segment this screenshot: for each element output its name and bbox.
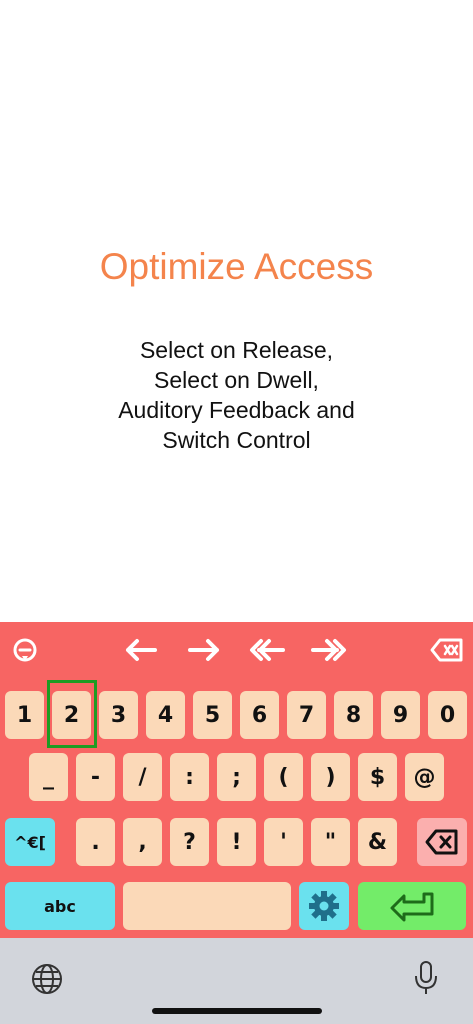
- enter-key[interactable]: [358, 882, 466, 930]
- settings-key[interactable]: [299, 882, 349, 930]
- key-at[interactable]: @: [405, 753, 444, 801]
- subtitle-line: Select on Release,: [139, 337, 334, 363]
- subtitle-line: Switch Control: [162, 427, 311, 453]
- key-underscore[interactable]: _: [29, 753, 68, 801]
- key-8[interactable]: 8: [334, 691, 373, 739]
- key-comma[interactable]: ,: [123, 818, 162, 866]
- delete-word-icon[interactable]: [424, 630, 470, 670]
- double-arrow-left-icon[interactable]: [244, 630, 290, 670]
- subtitle-line: Select on Dwell,: [154, 367, 319, 393]
- key-4[interactable]: 4: [146, 691, 185, 739]
- key-colon[interactable]: :: [170, 753, 209, 801]
- key-1[interactable]: 1: [5, 691, 44, 739]
- double-arrow-right-icon[interactable]: [306, 630, 352, 670]
- key-hyphen[interactable]: -: [76, 753, 115, 801]
- key-dollar[interactable]: $: [358, 753, 397, 801]
- arrow-left-icon[interactable]: [118, 630, 164, 670]
- key-3[interactable]: 3: [99, 691, 138, 739]
- key-open-paren[interactable]: (: [264, 753, 303, 801]
- delete-key[interactable]: [417, 818, 467, 866]
- symbols-mode-key[interactable]: ^€[: [5, 818, 55, 866]
- key-period[interactable]: .: [76, 818, 115, 866]
- key-question[interactable]: ?: [170, 818, 209, 866]
- key-5[interactable]: 5: [193, 691, 232, 739]
- key-ampersand[interactable]: &: [358, 818, 397, 866]
- gear-icon: [309, 891, 339, 921]
- emoji-face-icon[interactable]: [2, 630, 48, 670]
- abc-key[interactable]: abc: [5, 882, 115, 930]
- page-subtitle: Select on Release, Select on Dwell, Audi…: [0, 335, 473, 455]
- space-key[interactable]: [123, 882, 291, 930]
- key-exclamation[interactable]: !: [217, 818, 256, 866]
- home-indicator: [152, 1008, 322, 1014]
- key-apostrophe[interactable]: ': [264, 818, 303, 866]
- key-quote[interactable]: ": [311, 818, 350, 866]
- subtitle-line: Auditory Feedback and: [118, 397, 355, 423]
- page-title: Optimize Access: [99, 246, 374, 287]
- key-0[interactable]: 0: [428, 691, 467, 739]
- key-6[interactable]: 6: [240, 691, 279, 739]
- key-semicolon[interactable]: ;: [217, 753, 256, 801]
- key-slash[interactable]: /: [123, 753, 162, 801]
- key-7[interactable]: 7: [287, 691, 326, 739]
- microphone-icon[interactable]: [412, 960, 440, 996]
- globe-icon[interactable]: [30, 962, 64, 996]
- return-arrow-icon: [390, 892, 434, 922]
- key-2[interactable]: 2: [52, 691, 91, 739]
- key-close-paren[interactable]: ): [311, 753, 350, 801]
- backspace-icon: [425, 829, 458, 855]
- key-9[interactable]: 9: [381, 691, 420, 739]
- arrow-right-icon[interactable]: [181, 630, 227, 670]
